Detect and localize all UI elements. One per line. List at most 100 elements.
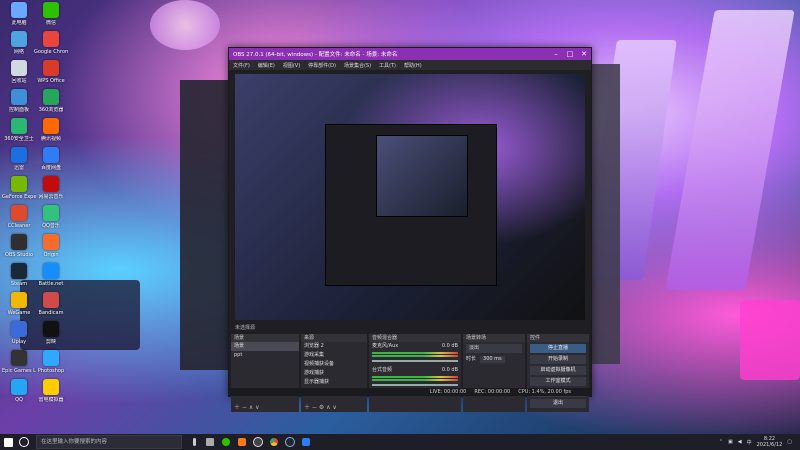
desktop-icon[interactable]: 360浏览器 — [34, 89, 68, 113]
obs-window[interactable]: OBS 27.0.1 (64-bit, windows) - 配置文件: 未命名… — [228, 47, 592, 412]
source-item[interactable]: 游戏采集 — [301, 351, 367, 360]
minimize-button[interactable]: – — [549, 48, 563, 60]
desktop-icon-label: WeGame — [7, 310, 31, 316]
close-button[interactable]: ✕ — [577, 48, 591, 60]
desktop-icon[interactable]: 网易云音乐 — [34, 176, 68, 200]
task-view-icon[interactable] — [202, 434, 218, 450]
menu-item[interactable]: 场景集合(S) — [344, 62, 371, 69]
menu-item[interactable]: 工具(T) — [379, 62, 396, 69]
desktop-icon[interactable]: 控制面板 — [2, 89, 36, 113]
app-icon — [43, 60, 59, 76]
desktop-icon[interactable]: Photoshop — [34, 350, 68, 374]
obs-title: OBS 27.0.1 (64-bit, windows) - 配置文件: 未命名… — [233, 52, 398, 58]
desktop-icon[interactable]: 此电脑 — [2, 2, 36, 26]
obs-taskbar-icon[interactable] — [250, 434, 266, 450]
source-item[interactable]: 浏览器 2 — [301, 342, 367, 351]
desktop-icon[interactable]: Google Chrome — [34, 31, 68, 55]
desktop-icon[interactable]: Uplay — [2, 321, 36, 345]
scene-item[interactable]: ppt — [231, 351, 299, 360]
taskbar-search-input[interactable]: 在这里输入你要搜索的内容 — [36, 435, 182, 449]
volume-slider[interactable] — [372, 360, 458, 362]
start-recording-button[interactable]: 开始录制 — [530, 355, 586, 364]
obs-titlebar[interactable]: OBS 27.0.1 (64-bit, windows) - 配置文件: 未命名… — [229, 48, 591, 60]
menu-item[interactable]: 文件(F) — [233, 62, 250, 69]
desktop-icon-label: 360浏览器 — [38, 107, 64, 113]
desktop-icon[interactable]: GeForce Experience — [2, 176, 36, 200]
app-icon — [11, 234, 27, 250]
maximize-button[interactable]: □ — [563, 48, 577, 60]
desktop-icon[interactable]: 雷电模拟器 — [34, 379, 68, 403]
scene-item[interactable]: 场景 — [231, 342, 299, 351]
desktop-icon[interactable]: 360安全卫士 — [2, 118, 36, 142]
desktop-icon[interactable]: 回收站 — [2, 60, 36, 84]
notifications-icon[interactable]: ▢ — [787, 439, 792, 445]
scenes-toolbar[interactable]: ＋ − ∧ ∨ — [231, 404, 299, 412]
app-icon — [43, 321, 59, 337]
desktop-icon[interactable]: WPS Office — [34, 60, 68, 84]
transitions-header: 场景转场 — [463, 334, 525, 342]
desktop-icon[interactable]: QQ — [2, 379, 36, 403]
exit-button[interactable]: 退出 — [530, 399, 586, 408]
volume-meter — [372, 379, 458, 381]
menu-item[interactable]: 视图(V) — [283, 62, 300, 69]
desktop-icon[interactable]: Bandicam — [34, 292, 68, 316]
chevron-up-icon[interactable]: ⌃ — [719, 439, 723, 445]
volume-slider[interactable] — [372, 384, 458, 386]
rec-status: REC: 00:00:00 — [474, 389, 511, 395]
channel-name: 麦克风/Aux — [372, 343, 399, 349]
cortana-icon[interactable] — [16, 434, 32, 450]
chrome-icon[interactable] — [266, 434, 282, 450]
studio-mode-button[interactable]: 工作室模式 — [530, 377, 586, 386]
desktop-icon[interactable]: QQ音乐 — [34, 205, 68, 229]
mixer-channel: 台式音频 0.0 dB — [369, 366, 461, 375]
desktop-icon-label: WPS Office — [37, 78, 65, 84]
desktop-icon[interactable]: 迅雷 — [2, 147, 36, 171]
source-item[interactable]: 视频捕获设备 — [301, 360, 367, 369]
obs-preview[interactable] — [235, 74, 585, 320]
desktop-icon[interactable]: OBS Studio — [2, 234, 36, 258]
mic-icon[interactable] — [186, 434, 202, 450]
desktop-icon[interactable]: Origin — [34, 234, 68, 258]
desktop-icon[interactable]: 微信 — [34, 2, 68, 26]
desktop-icon[interactable]: Epic Games Launcher — [2, 350, 36, 374]
sources-toolbar[interactable]: ＋ − ⚙ ∧ ∨ — [301, 404, 367, 412]
app-icon — [43, 2, 59, 18]
steam-icon[interactable] — [282, 434, 298, 450]
obs-menubar: 文件(F) 编辑(E) 视图(V) 停靠部件(D) 场景集合(S) 工具(T) 帮助(H) — [229, 60, 591, 70]
app-icon[interactable] — [234, 434, 250, 450]
background-app-window-right[interactable] — [590, 64, 620, 364]
desktop-icon[interactable]: 剪映 — [34, 321, 68, 345]
desktop-icon[interactable]: 百度网盘 — [34, 147, 68, 171]
desktop-icon[interactable]: Battle.net — [34, 263, 68, 287]
app-blue-icon[interactable] — [298, 434, 314, 450]
taskbar-clock[interactable]: 8:22 2021/6/12 — [757, 436, 783, 448]
desktop-icon[interactable]: WeGame — [2, 292, 36, 316]
wallpaper-neon — [740, 300, 800, 380]
desktop-icon[interactable]: 腾讯视频 — [34, 118, 68, 142]
menu-item[interactable]: 停靠部件(D) — [308, 62, 336, 69]
network-icon[interactable]: ▣ — [728, 439, 733, 445]
menu-item[interactable]: 编辑(E) — [258, 62, 275, 69]
stop-streaming-button[interactable]: 停止直播 — [530, 344, 586, 353]
live-status: LIVE: 00:00:00 — [429, 389, 467, 395]
app-icon — [43, 205, 59, 221]
transition-select[interactable]: 淡出 — [466, 344, 522, 353]
virtual-camera-button[interactable]: 启动虚拟摄像机 — [530, 366, 586, 375]
source-item[interactable]: 显示器捕获 — [301, 378, 367, 387]
desktop-icon[interactable]: 网络 — [2, 31, 36, 55]
wechat-icon[interactable] — [218, 434, 234, 450]
ime-indicator[interactable]: 中 — [747, 439, 752, 446]
app-icon — [11, 60, 27, 76]
scenes-dock: 场景 场景 ppt ＋ − ∧ ∨ — [231, 334, 299, 412]
duration-input[interactable]: 300 ms — [480, 356, 505, 363]
app-icon — [43, 263, 59, 279]
volume-icon[interactable]: ◀ — [738, 439, 742, 445]
menu-item[interactable]: 帮助(H) — [404, 62, 422, 69]
mixer-header: 音频混合器 — [369, 334, 461, 342]
start-button[interactable] — [0, 434, 16, 450]
desktop-icon[interactable]: CCleaner — [2, 205, 36, 229]
source-item[interactable]: 游戏捕获 — [301, 369, 367, 378]
background-app-window[interactable] — [180, 80, 228, 370]
app-icon — [11, 263, 27, 279]
desktop-icon[interactable]: Steam — [2, 263, 36, 287]
